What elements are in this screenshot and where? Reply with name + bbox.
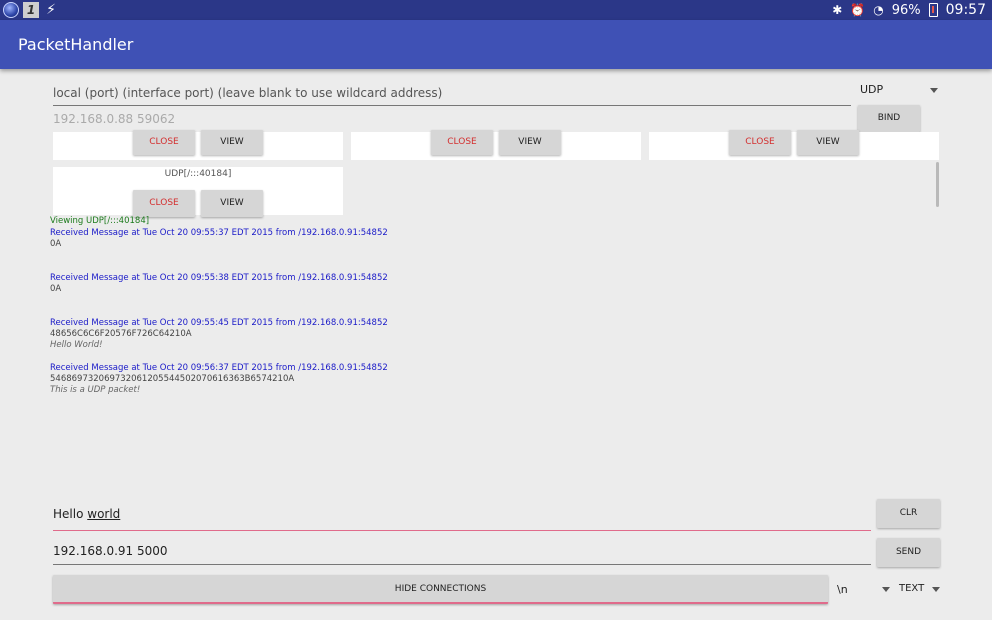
connection-card: [351, 132, 641, 160]
log-entry: Received Message at Tue Oct 20 09:56:37 …: [50, 363, 750, 396]
log-entry-hex: 0A: [50, 284, 62, 294]
number-one-icon: 1: [23, 2, 39, 18]
connection-close-button[interactable]: CLOSE: [133, 190, 195, 217]
connection-close-button[interactable]: CLOSE: [729, 130, 791, 155]
connection-label: UDP[/:::40184]: [164, 169, 232, 179]
dropdown-arrow-icon: [930, 88, 938, 93]
delimiter-select[interactable]: \n: [837, 583, 890, 597]
protocol-select[interactable]: UDP: [860, 83, 940, 99]
connection-close-button[interactable]: CLOSE: [431, 130, 493, 155]
app-bar: PacketHandler: [0, 20, 992, 69]
bluetooth-icon: ✱: [832, 3, 843, 17]
bind-button[interactable]: BIND: [858, 105, 920, 132]
connection-view-button[interactable]: VIEW: [499, 130, 561, 155]
connection-view-button[interactable]: VIEW: [201, 130, 263, 155]
log-entry-header: Received Message at Tue Oct 20 09:55:37 …: [50, 228, 388, 238]
destination-address-input[interactable]: 192.168.0.91 5000: [53, 543, 871, 565]
send-button[interactable]: SEND: [877, 538, 940, 567]
globe-icon: [3, 2, 19, 18]
status-bar: 1 ⚡ ✱ ⏰ ◔ 96% 09:57: [0, 0, 992, 20]
connection-card: [649, 132, 939, 160]
connection-card: UDP[/:::40184]: [53, 167, 343, 215]
viewing-label: Viewing UDP[/:::40184]: [50, 216, 150, 226]
connection-close-button[interactable]: CLOSE: [133, 130, 195, 155]
battery-percent: 96%: [891, 2, 921, 18]
log-entry-text: This is a UDP packet!: [50, 385, 141, 395]
battery-icon: [928, 3, 938, 17]
status-bar-system: ✱ ⏰ ◔ 96% 09:57: [832, 0, 986, 20]
log-entry: Received Message at Tue Oct 20 09:55:45 …: [50, 318, 750, 351]
message-word-underlined: world: [87, 507, 121, 521]
log-entry-text: Hello World!: [50, 340, 103, 350]
log-entry-header: Received Message at Tue Oct 20 09:55:45 …: [50, 318, 388, 328]
status-bar-notifications: 1 ⚡: [3, 2, 59, 18]
format-value: TEXT: [899, 583, 925, 594]
connection-view-button[interactable]: VIEW: [201, 190, 263, 217]
dropdown-arrow-icon: [932, 587, 940, 592]
remote-address-input[interactable]: 192.168.0.88 59062: [53, 112, 851, 132]
clear-button[interactable]: CLR: [877, 499, 940, 528]
app-title: PacketHandler: [18, 35, 134, 54]
log-entry-hex: 48656C6C6F20576F726C64210A: [50, 329, 192, 339]
protocol-value: UDP: [860, 83, 884, 96]
log-entry-header: Received Message at Tue Oct 20 09:55:38 …: [50, 273, 388, 283]
hide-connections-button[interactable]: HIDE CONNECTIONS: [53, 575, 828, 604]
alarm-icon: ⏰: [850, 3, 866, 17]
connection-card: [53, 132, 343, 160]
message-word: Hello: [53, 507, 84, 521]
message-input[interactable]: Hello world: [53, 505, 871, 531]
message-log: Viewing UDP[/:::40184]: [50, 216, 750, 227]
dropdown-arrow-icon: [882, 587, 890, 592]
log-entry: Received Message at Tue Oct 20 09:55:37 …: [50, 228, 750, 250]
local-bind-input[interactable]: local (port) (interface port) (leave bla…: [53, 81, 851, 106]
connection-view-button[interactable]: VIEW: [797, 130, 859, 155]
log-entry: Received Message at Tue Oct 20 09:55:38 …: [50, 273, 750, 295]
log-entry-header: Received Message at Tue Oct 20 09:56:37 …: [50, 363, 388, 373]
log-entry-hex: 546869732069732061205544502070616363B657…: [50, 374, 295, 384]
delimiter-value: \n: [837, 583, 848, 596]
log-entry-hex: 0A: [50, 239, 62, 249]
bolt-icon: ⚡: [46, 2, 56, 18]
wifi-icon: ◔: [873, 3, 884, 17]
format-select[interactable]: TEXT: [899, 583, 940, 597]
connections-scrollbar[interactable]: [936, 162, 939, 207]
clock: 09:57: [945, 2, 986, 18]
